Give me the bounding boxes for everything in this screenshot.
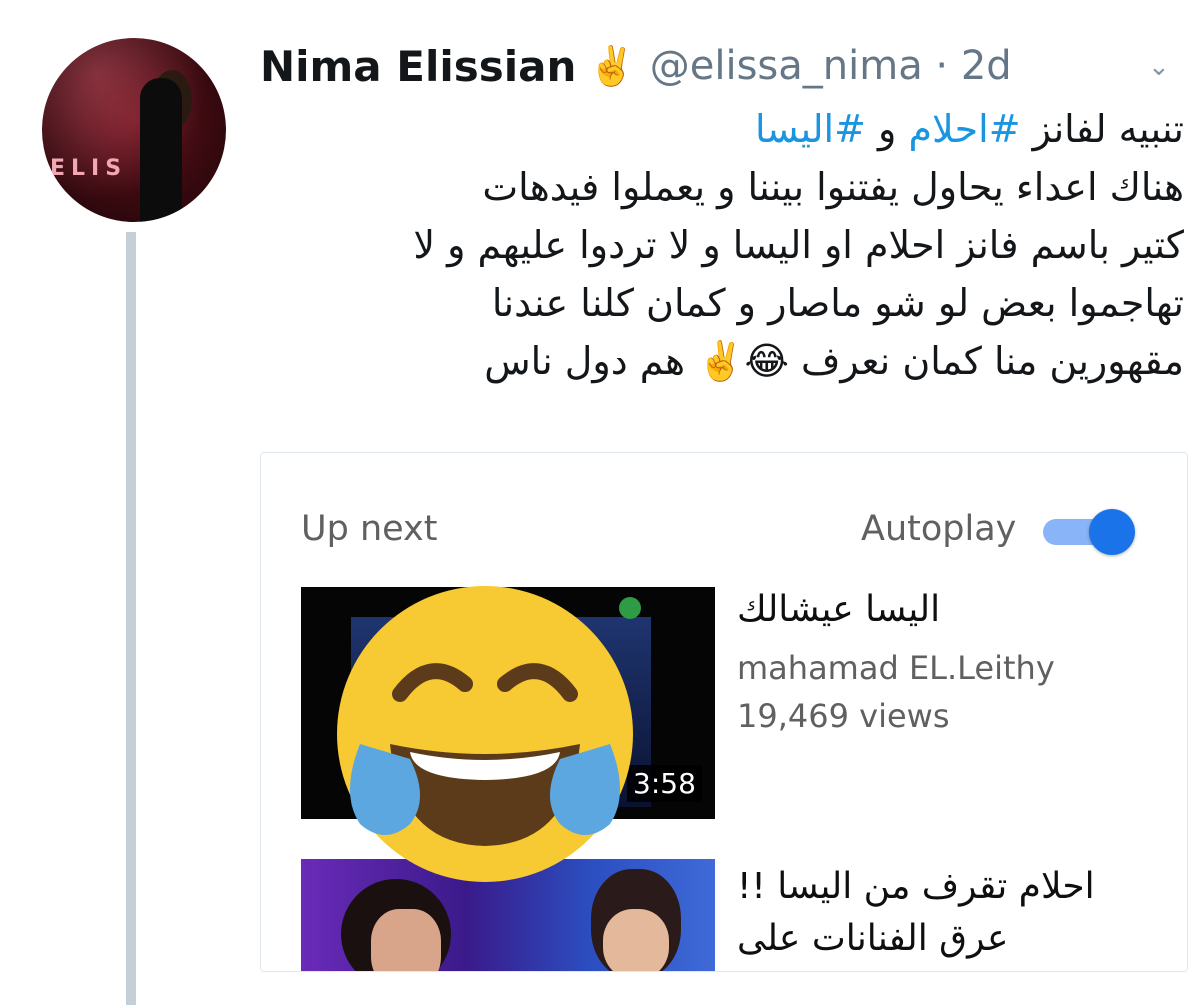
video-title-2-line-2: عرق الفنانات على [737, 918, 1009, 959]
author-avatar[interactable]: ELIS [42, 38, 226, 222]
avatar-background [42, 38, 226, 222]
chevron-down-icon[interactable]: ⌄ [1148, 52, 1170, 82]
tweet-line-1-prefix: تنبيه لفانز [1020, 107, 1184, 151]
face-with-tears-of-joy-icon [337, 586, 633, 882]
tweet-line-5: مقهورين منا كمان نعرف 😂✌️ هم دول ناس [484, 339, 1184, 383]
up-next-label: Up next [301, 509, 438, 549]
tweet-line-1-middle: و [865, 107, 909, 151]
thread-line [126, 232, 136, 1005]
tweet-line-3: كتير باسم فانز احلام او اليسا و لا تردوا… [413, 223, 1184, 267]
autoplay-toggle[interactable] [1043, 507, 1137, 555]
tweet-header: Nima Elissian ✌️ @elissa_nima · 2d [260, 36, 1012, 96]
avatar-stage-sign: ELIS [50, 156, 128, 181]
video-channel-1: mahamad EL.Leithy [737, 649, 1055, 687]
thumbnail-person-left-face [371, 909, 441, 971]
thumbnail-person-right-face [603, 909, 669, 971]
tweet-line-4: تهاجموا بعض لو شو ماصار و كمان كلنا عندن… [491, 281, 1184, 325]
tweet-line-1: تنبيه لفانز #احلام و #اليسا [264, 100, 1184, 158]
author-name[interactable]: Nima Elissian [260, 42, 576, 91]
hashtag-link-ahlam[interactable]: #احلام [908, 107, 1020, 151]
tweet-line-2: هناك اعداء يحاول يفتنوا بيننا و يعملوا ف… [482, 165, 1184, 209]
author-handle-timestamp[interactable]: @elissa_nima · 2d [650, 43, 1012, 89]
video-views-1: 19,469 views [737, 697, 950, 735]
autoplay-label: Autoplay [861, 509, 1017, 549]
avatar-figure [140, 78, 182, 222]
video-title-2-line-1: احلام تقرف من اليسا !! [737, 866, 1095, 907]
victory-hand-icon: ✌️ [588, 43, 636, 88]
hashtag-link-elissa[interactable]: #اليسا [755, 107, 866, 151]
tweet-text: تنبيه لفانز #احلام و #اليسا هناك اعداء ي… [264, 100, 1184, 390]
video-title-2[interactable]: احلام تقرف من اليسا !! عرق الفنانات على [737, 861, 1167, 965]
video-title-1[interactable]: اليسا عيشالك [737, 589, 1167, 630]
toggle-knob [1089, 509, 1135, 555]
